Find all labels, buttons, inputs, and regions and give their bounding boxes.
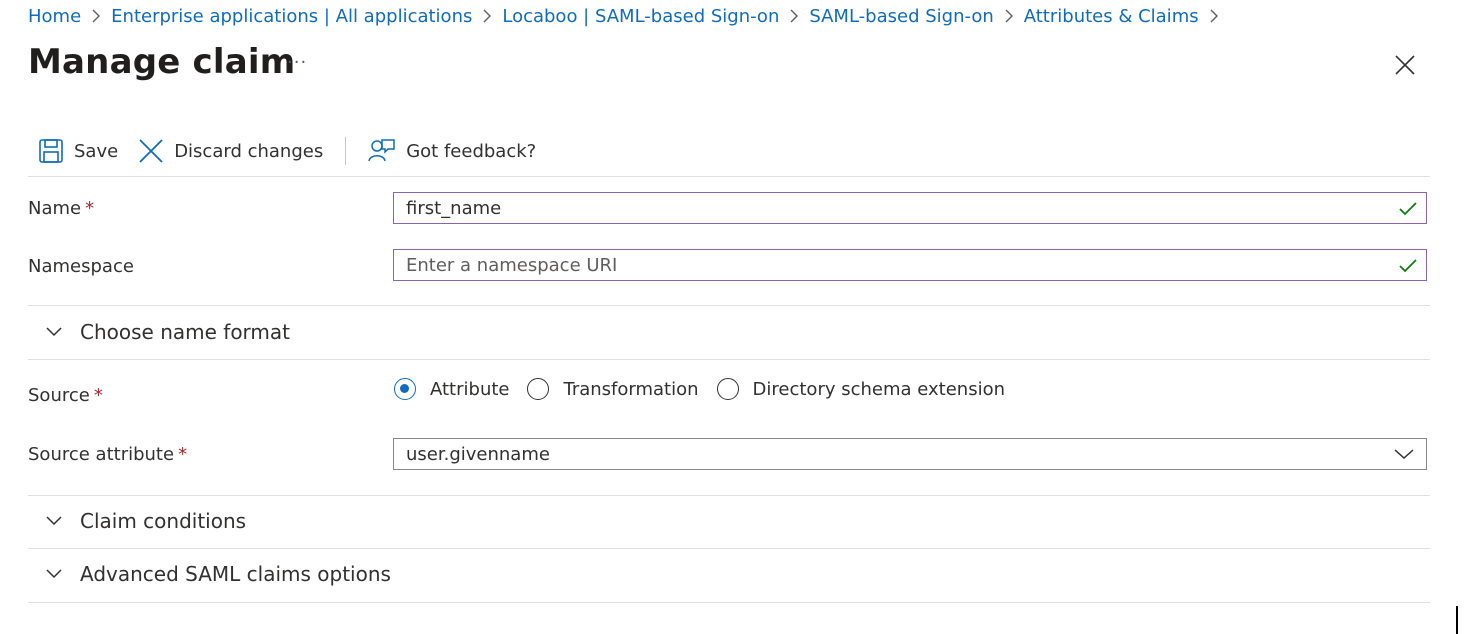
chevron-right-icon <box>482 9 492 23</box>
close-icon <box>139 139 163 163</box>
chevron-right-icon <box>1209 9 1219 23</box>
discard-changes-label: Discard changes <box>174 140 324 162</box>
name-label: Name * <box>28 198 95 219</box>
feedback-icon <box>368 139 395 162</box>
radio-transformation[interactable]: Transformation <box>527 378 699 400</box>
source-attribute-dropdown[interactable]: user.givenname <box>393 438 1427 470</box>
claim-conditions-section[interactable]: Claim conditions <box>46 509 246 533</box>
chevron-right-icon <box>91 9 101 23</box>
radio-selected-icon <box>394 378 416 400</box>
name-input[interactable]: first_name <box>393 192 1427 224</box>
chevron-right-icon <box>1004 9 1014 23</box>
toolbar: Save Discard changes Got feedback? <box>38 134 536 168</box>
breadcrumb-attributes-claims[interactable]: Attributes & Claims <box>1024 6 1199 27</box>
radio-unselected-icon <box>527 378 550 400</box>
radio-attribute-label: Attribute <box>430 378 510 400</box>
checkmark-icon <box>1399 259 1417 273</box>
radio-unselected-icon <box>716 378 739 400</box>
chevron-right-icon <box>789 9 799 23</box>
section-divider <box>28 359 1430 360</box>
required-marker: * <box>93 385 103 406</box>
choose-name-format-label: Choose name format <box>80 320 290 344</box>
radio-directory-schema-extension[interactable]: Directory schema extension <box>716 378 1006 400</box>
claim-conditions-label: Claim conditions <box>80 509 247 533</box>
source-label: Source * <box>28 385 103 406</box>
namespace-placeholder: Enter a namespace URI <box>406 254 618 276</box>
chevron-down-icon <box>1394 449 1414 460</box>
breadcrumb-enterprise-apps[interactable]: Enterprise applications | All applicatio… <box>111 6 472 27</box>
required-marker: * <box>178 444 188 465</box>
chevron-down-icon <box>46 569 62 579</box>
breadcrumb-home[interactable]: Home <box>28 6 81 27</box>
section-divider <box>28 548 1430 549</box>
section-divider <box>28 602 1430 603</box>
name-input-value: first_name <box>406 197 502 219</box>
checkmark-icon <box>1399 202 1417 216</box>
text-cursor <box>1456 606 1458 634</box>
radio-attribute[interactable]: Attribute <box>394 378 509 400</box>
more-options-button[interactable]: ··· <box>287 52 307 73</box>
source-radio-group: Attribute Transformation Directory schem… <box>394 378 1023 400</box>
advanced-saml-claims-label: Advanced SAML claims options <box>80 562 391 586</box>
namespace-input[interactable]: Enter a namespace URI <box>393 249 1427 281</box>
source-attribute-value: user.givenname <box>406 443 550 465</box>
save-button[interactable]: Save <box>38 138 118 164</box>
breadcrumb-saml-signon[interactable]: SAML-based Sign-on <box>809 6 993 27</box>
namespace-label: Namespace <box>28 256 134 277</box>
advanced-saml-claims-section[interactable]: Advanced SAML claims options <box>46 562 391 586</box>
close-icon[interactable] <box>1392 52 1418 78</box>
radio-directory-schema-extension-label: Directory schema extension <box>752 378 1006 400</box>
chevron-down-icon <box>46 327 62 337</box>
chevron-down-icon <box>46 516 62 526</box>
source-attribute-label: Source attribute * <box>28 444 188 465</box>
save-icon <box>39 139 63 163</box>
radio-transformation-label: Transformation <box>563 378 699 400</box>
breadcrumb-locaboo-saml[interactable]: Locaboo | SAML-based Sign-on <box>502 6 779 27</box>
discard-changes-button[interactable]: Discard changes <box>138 138 323 164</box>
save-label: Save <box>74 140 119 162</box>
section-divider <box>28 495 1430 496</box>
got-feedback-label: Got feedback? <box>406 140 537 162</box>
choose-name-format-section[interactable]: Choose name format <box>46 320 290 344</box>
toolbar-divider-line <box>28 176 1430 177</box>
got-feedback-button[interactable]: Got feedback? <box>368 138 536 164</box>
section-divider <box>28 305 1430 306</box>
page-title: Manage claim <box>28 42 296 82</box>
toolbar-divider <box>345 137 347 165</box>
required-marker: * <box>85 198 95 219</box>
breadcrumb: Home Enterprise applications | All appli… <box>28 4 1229 28</box>
